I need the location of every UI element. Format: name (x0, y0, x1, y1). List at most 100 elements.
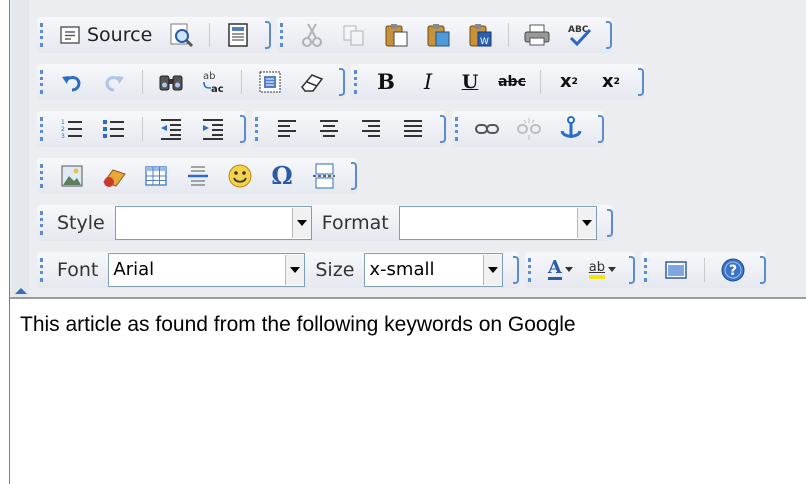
find-button[interactable] (154, 65, 188, 99)
toolbar-group-links (452, 110, 604, 147)
size-dropdown-button[interactable] (483, 254, 503, 285)
underline-button[interactable]: U (453, 65, 487, 99)
svg-text:W: W (480, 37, 489, 47)
copy-button[interactable] (337, 18, 371, 52)
select-all-button[interactable] (253, 65, 287, 99)
toolbar-group-basic-styles: B I U abc x2 x2 (351, 63, 644, 100)
templates-icon (228, 22, 249, 47)
table-button[interactable] (139, 159, 173, 193)
font-dropdown-button[interactable] (285, 254, 305, 285)
bulleted-list-button[interactable] (97, 112, 131, 146)
rich-text-editor: Source W ABC ab ac B I U abc x 2 x 2 1 2… (9, 0, 806, 484)
eraser-icon (301, 73, 324, 92)
toolbar-group-font: Font Arial Size x-small (37, 251, 520, 288)
toolbar-row-5: Style Format (37, 201, 619, 244)
maximize-button[interactable] (659, 253, 693, 287)
chevron-down-icon (581, 219, 592, 226)
font-combo[interactable]: Arial (108, 252, 306, 287)
strike-label: abc (498, 73, 526, 90)
separator (209, 22, 211, 47)
preview-button[interactable] (164, 18, 198, 52)
format-label: Format (321, 211, 389, 234)
subscript-button[interactable]: x2 (552, 65, 586, 99)
about-button[interactable]: ? (716, 253, 750, 287)
undo-button[interactable] (55, 65, 89, 99)
redo-button[interactable] (97, 65, 131, 99)
redo-icon (105, 75, 124, 91)
superscript-button[interactable]: x2 (594, 65, 628, 99)
source-button[interactable]: Source (55, 18, 156, 52)
align-right-button[interactable] (354, 112, 388, 146)
svg-text:ac: ac (211, 84, 224, 95)
chevron-down-icon (296, 219, 307, 226)
style-combo[interactable] (114, 205, 312, 240)
separator (142, 69, 143, 94)
select-all-icon (259, 71, 281, 92)
toolbar-row-2: ab ac B I U abc x2 x2 (37, 60, 650, 103)
print-button[interactable] (520, 18, 554, 52)
anchor-button[interactable] (554, 112, 588, 146)
style-dropdown-button[interactable] (291, 207, 311, 238)
bold-button[interactable]: B (369, 65, 403, 99)
align-center-button[interactable] (312, 112, 346, 146)
bg-color-button[interactable]: ab (585, 253, 619, 287)
align-left-icon (278, 119, 296, 137)
svg-text:ab: ab (203, 71, 215, 82)
unlink-button[interactable] (512, 112, 546, 146)
numbered-list-icon: 123 (61, 119, 82, 140)
flash-button[interactable] (97, 159, 131, 193)
editor-content-area[interactable]: This article as found from the following… (10, 299, 806, 484)
find-icon (159, 75, 183, 90)
maximize-icon (665, 260, 688, 279)
horizontal-rule-button[interactable] (181, 159, 215, 193)
toolbar-row-4: Ω (37, 154, 363, 197)
cut-button[interactable] (295, 18, 329, 52)
image-icon (61, 165, 83, 186)
cut-icon (302, 23, 323, 47)
link-button[interactable] (470, 112, 504, 146)
align-right-icon (362, 119, 380, 137)
paste-text-button[interactable] (421, 18, 455, 52)
align-center-icon (320, 119, 338, 137)
justify-button[interactable] (396, 112, 430, 146)
format-combo[interactable] (398, 205, 597, 240)
toolbar-group-tools: ? (641, 251, 767, 288)
format-dropdown-button[interactable] (576, 207, 596, 238)
text-color-button[interactable]: A (543, 253, 577, 287)
indent-icon (203, 118, 223, 140)
style-label: Style (57, 211, 105, 234)
spellcheck-button[interactable]: ABC (562, 18, 596, 52)
special-char-button[interactable]: Ω (265, 159, 299, 193)
bulleted-list-icon (103, 119, 124, 138)
about-icon: ? (721, 258, 745, 281)
preview-icon (170, 23, 194, 47)
smiley-button[interactable] (223, 159, 257, 193)
replace-button[interactable]: ab ac (196, 65, 230, 99)
separator (704, 257, 706, 282)
align-left-button[interactable] (270, 112, 304, 146)
italic-button[interactable]: I (411, 65, 445, 99)
size-combo[interactable]: x-small (364, 252, 504, 287)
templates-button[interactable] (221, 18, 255, 52)
outdent-icon (161, 118, 181, 140)
remove-format-button[interactable] (295, 65, 329, 99)
font-label: Font (57, 258, 99, 281)
document-icon (60, 25, 80, 44)
toolbar-group-paragraph: 123 (37, 110, 246, 147)
image-button[interactable] (55, 159, 89, 193)
page-break-button[interactable] (307, 159, 341, 193)
numbered-list-button[interactable]: 123 (55, 112, 89, 146)
indent-button[interactable] (196, 112, 230, 146)
superscript-label: x (602, 71, 614, 92)
outdent-button[interactable] (154, 112, 188, 146)
paste-word-button[interactable]: W (463, 18, 497, 52)
chevron-down-icon (564, 267, 573, 272)
collapse-arrow-icon[interactable] (15, 288, 27, 294)
toolbar-row-6: Font Arial Size x-small A ab ? (37, 248, 772, 291)
chevron-down-icon (290, 266, 301, 273)
smiley-icon (228, 164, 252, 187)
toolbar-collapser[interactable] (12, 0, 29, 297)
paste-button[interactable] (379, 18, 413, 52)
italic-label: I (423, 69, 433, 94)
strike-button[interactable]: abc (495, 65, 529, 99)
